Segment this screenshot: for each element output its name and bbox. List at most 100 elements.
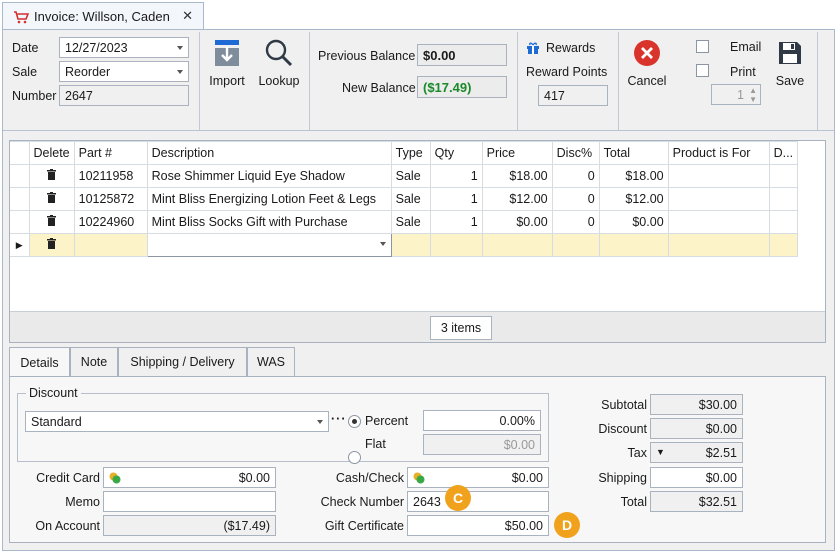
column-header-part[interactable]: Part # <box>73 141 148 165</box>
column-header-qty[interactable]: Qty <box>429 141 483 165</box>
price-cell[interactable] <box>481 233 553 257</box>
d-cell[interactable] <box>768 164 799 188</box>
chevron-down-icon[interactable] <box>177 70 183 74</box>
total-cell: $12.00 <box>598 187 669 211</box>
type-cell[interactable]: Sale <box>390 164 431 188</box>
total-cell <box>598 233 669 257</box>
tab-was[interactable]: WAS <box>247 347 295 376</box>
price-cell[interactable]: $12.00 <box>481 187 553 211</box>
disc-cell[interactable]: 0 <box>551 187 600 211</box>
credit-card-field[interactable]: $0.00 <box>103 467 276 488</box>
import-button[interactable]: Import <box>205 36 249 92</box>
shipping-value: $0.00 <box>705 470 737 485</box>
table-row[interactable]: 10211958 Rose Shimmer Liquid Eye Shadow … <box>10 164 799 188</box>
row-indicator-header <box>10 141 30 165</box>
table-row[interactable]: 10224960 Mint Bliss Socks Gift with Purc… <box>10 210 799 234</box>
invoice-document-tab[interactable]: Invoice: Willson, Caden ✕ <box>2 2 204 30</box>
number-label: Number <box>12 89 57 103</box>
memo-label: Memo <box>65 495 100 509</box>
tax-field[interactable]: ▼ $2.51 <box>650 442 743 463</box>
price-cell[interactable]: $0.00 <box>481 210 553 234</box>
description-cell[interactable]: Rose Shimmer Liquid Eye Shadow <box>146 164 392 188</box>
delete-row-button[interactable] <box>28 233 75 257</box>
cart-icon <box>14 10 29 23</box>
lookup-button[interactable]: Lookup <box>256 36 302 92</box>
shipping-field[interactable]: $0.00 <box>650 467 743 488</box>
part-cell[interactable]: 10125872 <box>73 187 148 211</box>
column-header-price[interactable]: Price <box>481 141 553 165</box>
reward-points-value: 417 <box>544 88 565 103</box>
save-button[interactable]: Save <box>772 37 808 93</box>
delete-row-button[interactable] <box>28 187 75 211</box>
column-header-description[interactable]: Description <box>146 141 392 165</box>
row-indicator <box>10 164 30 188</box>
part-cell[interactable]: 10211958 <box>73 164 148 188</box>
new-row[interactable]: ▶ <box>10 233 799 257</box>
delete-row-button[interactable] <box>28 164 75 188</box>
on-account-label: On Account <box>35 519 100 533</box>
discount-type-value: Standard <box>31 414 82 429</box>
qty-cell[interactable]: 1 <box>429 164 483 188</box>
d-cell[interactable] <box>768 187 799 211</box>
sale-type-select[interactable]: Reorder <box>59 61 189 82</box>
column-header-type[interactable]: Type <box>390 141 431 165</box>
tab-shipping-delivery[interactable]: Shipping / Delivery <box>118 347 247 376</box>
disc-cell[interactable] <box>551 233 600 257</box>
ellipsis-icon[interactable]: ··· <box>331 412 347 426</box>
date-label: Date <box>12 41 39 55</box>
product-is-for-cell[interactable] <box>667 210 770 234</box>
discount-type-select[interactable]: Standard <box>25 411 329 432</box>
chevron-down-icon[interactable] <box>317 420 323 424</box>
close-tab-icon[interactable]: ✕ <box>182 8 193 24</box>
magnifier-icon <box>265 39 293 67</box>
disc-cell[interactable]: 0 <box>551 210 600 234</box>
previous-balance-value: $0.00 <box>417 44 507 66</box>
date-picker[interactable]: 12/27/2023 <box>59 37 189 58</box>
percent-radio[interactable] <box>348 415 361 428</box>
chevron-down-icon[interactable] <box>177 46 183 50</box>
new-balance-value: ($17.49) <box>417 76 507 98</box>
column-header-product-is-for[interactable]: Product is For <box>667 141 770 165</box>
delete-row-button[interactable] <box>28 210 75 234</box>
column-header-d[interactable]: D... <box>768 141 799 165</box>
chevron-down-icon[interactable] <box>379 242 386 246</box>
d-cell[interactable] <box>768 210 799 234</box>
description-cell[interactable]: Mint Bliss Socks Gift with Purchase <box>146 210 392 234</box>
column-header-disc[interactable]: Disc% <box>551 141 600 165</box>
description-input[interactable] <box>146 233 392 257</box>
total-field: $32.51 <box>650 491 743 512</box>
flat-radio[interactable] <box>348 451 361 464</box>
qty-cell[interactable]: 1 <box>429 210 483 234</box>
stepper-arrows-icon[interactable]: ▲ ▼ <box>749 86 757 104</box>
qty-cell[interactable]: 1 <box>429 187 483 211</box>
check-number-field[interactable]: 2643 <box>407 491 549 512</box>
column-header-delete[interactable]: Delete <box>28 141 75 165</box>
type-cell[interactable] <box>390 233 431 257</box>
part-cell[interactable] <box>73 233 148 257</box>
print-copies-stepper[interactable]: 1 ▲ ▼ <box>711 84 761 105</box>
cancel-button[interactable]: Cancel <box>624 37 670 93</box>
gift-certificate-field[interactable]: $50.00 <box>407 515 549 536</box>
product-is-for-cell[interactable] <box>667 187 770 211</box>
part-cell[interactable]: 10224960 <box>73 210 148 234</box>
d-cell[interactable] <box>768 233 799 257</box>
product-is-for-cell[interactable] <box>667 164 770 188</box>
type-cell[interactable]: Sale <box>390 187 431 211</box>
qty-cell[interactable] <box>429 233 483 257</box>
table-row[interactable]: 10125872 Mint Bliss Energizing Lotion Fe… <box>10 187 799 211</box>
print-checkbox[interactable] <box>696 64 709 77</box>
cash-check-field[interactable]: $0.00 <box>407 467 549 488</box>
tab-note[interactable]: Note <box>70 347 118 376</box>
rewards-button[interactable]: Rewards <box>526 39 616 57</box>
type-cell[interactable]: Sale <box>390 210 431 234</box>
memo-field[interactable] <box>103 491 276 512</box>
column-header-total[interactable]: Total <box>598 141 669 165</box>
disc-cell[interactable]: 0 <box>551 164 600 188</box>
description-cell[interactable]: Mint Bliss Energizing Lotion Feet & Legs <box>146 187 392 211</box>
email-checkbox[interactable] <box>696 40 709 53</box>
product-is-for-cell[interactable] <box>667 233 770 257</box>
percent-field[interactable]: 0.00% <box>423 410 541 431</box>
price-cell[interactable]: $18.00 <box>481 164 553 188</box>
tax-dropdown-icon[interactable]: ▼ <box>656 447 665 457</box>
tab-details[interactable]: Details <box>9 347 70 377</box>
